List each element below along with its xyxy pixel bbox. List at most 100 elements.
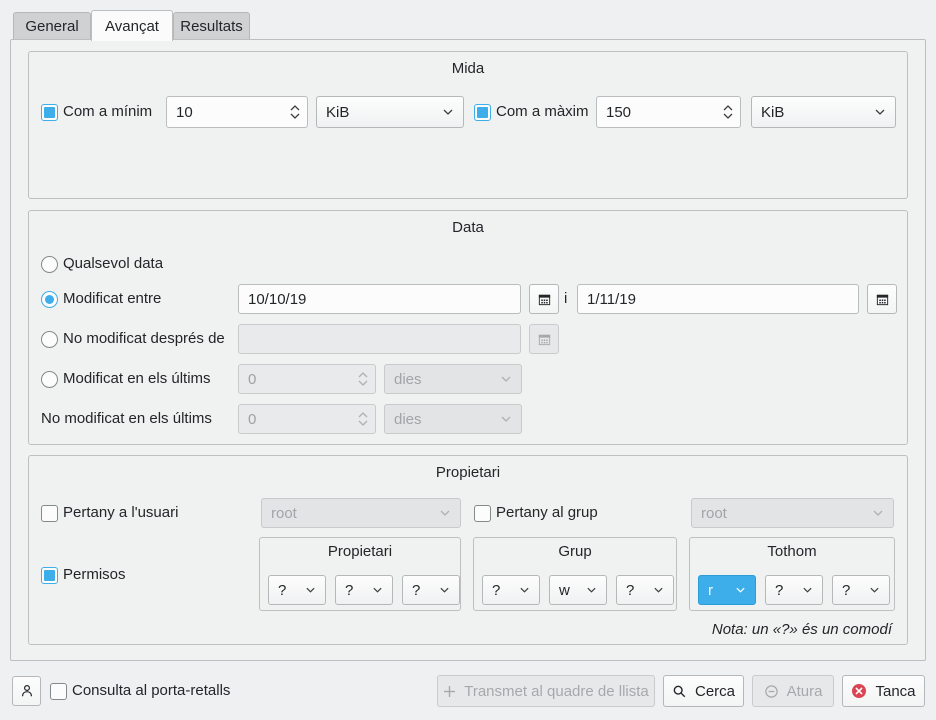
not-modified-last-unit-combo: dies bbox=[384, 404, 522, 434]
max-size-label: Com a màxim bbox=[496, 103, 589, 120]
perm-owner-combo-2[interactable]: ? bbox=[335, 575, 393, 605]
owned-by-user-label: Pertany a l'usuari bbox=[63, 504, 178, 521]
perm-all-combo-3[interactable]: ? bbox=[832, 575, 890, 605]
date-to-input[interactable] bbox=[577, 284, 859, 314]
not-modified-after-input bbox=[238, 324, 521, 354]
perm-owner-groupbox: Propietari ? ? ? bbox=[259, 537, 461, 611]
chevron-down-icon bbox=[500, 415, 512, 423]
not-modified-last-input bbox=[239, 411, 351, 428]
spin-down-icon bbox=[358, 380, 368, 386]
close-icon bbox=[851, 683, 867, 699]
min-size-checkbox[interactable] bbox=[41, 104, 58, 121]
owned-by-group-checkbox[interactable] bbox=[474, 505, 491, 522]
modified-last-unit-value: dies bbox=[394, 371, 500, 388]
perm-all-combo-1[interactable]: r bbox=[698, 575, 756, 605]
spin-down-icon bbox=[723, 113, 733, 119]
chevron-down-icon bbox=[519, 586, 530, 594]
min-size-input[interactable] bbox=[167, 104, 283, 121]
transmit-button: Transmet al quadre de llista bbox=[437, 675, 655, 707]
perm-owner-title: Propietari bbox=[260, 543, 460, 560]
search-icon bbox=[672, 684, 687, 699]
any-date-label: Qualsevol data bbox=[63, 255, 163, 272]
perm-owner-value-1: ? bbox=[278, 582, 305, 599]
modified-last-spinbox bbox=[238, 364, 376, 394]
chevron-down-icon bbox=[372, 586, 383, 594]
perm-owner-value-2: ? bbox=[345, 582, 372, 599]
date-groupbox: Data Qualsevol data Modificat entre i No… bbox=[28, 210, 908, 445]
modified-last-input bbox=[239, 371, 351, 388]
modified-last-unit-combo: dies bbox=[384, 364, 522, 394]
perm-group-combo-3[interactable]: ? bbox=[616, 575, 674, 605]
modified-last-label: Modificat en els últims bbox=[63, 370, 211, 387]
not-modified-after-label: No modificat després de bbox=[63, 330, 225, 347]
stop-button: Atura bbox=[752, 675, 834, 707]
min-size-unit-value: KiB bbox=[326, 104, 442, 121]
not-modified-last-unit-value: dies bbox=[394, 411, 500, 428]
calendar-icon bbox=[537, 332, 552, 347]
max-size-checkbox[interactable] bbox=[474, 104, 491, 121]
owner-group-title: Propietari bbox=[29, 464, 907, 481]
max-size-spin-arrows[interactable] bbox=[716, 105, 740, 119]
perm-group-title: Grup bbox=[474, 543, 676, 560]
search-button-label: Cerca bbox=[695, 683, 735, 700]
date-to-calendar-button[interactable] bbox=[867, 284, 897, 314]
perm-owner-combo-1[interactable]: ? bbox=[268, 575, 326, 605]
chevron-down-icon bbox=[439, 586, 450, 594]
modified-between-radio[interactable] bbox=[41, 291, 58, 308]
min-size-spinbox[interactable] bbox=[166, 96, 308, 128]
spin-down-icon bbox=[358, 420, 368, 426]
owner-group-combo: root bbox=[691, 498, 894, 528]
chevron-down-icon bbox=[872, 509, 884, 517]
max-size-spinbox[interactable] bbox=[596, 96, 741, 128]
spin-down-icon bbox=[290, 113, 300, 119]
perm-group-combo-1[interactable]: ? bbox=[482, 575, 540, 605]
date-group-title: Data bbox=[29, 219, 907, 236]
search-button[interactable]: Cerca bbox=[663, 675, 744, 707]
tab-general-label: General bbox=[25, 18, 78, 35]
any-date-radio[interactable] bbox=[41, 256, 58, 273]
user-button[interactable] bbox=[12, 676, 41, 706]
date-conjunction-label: i bbox=[564, 290, 567, 307]
owner-user-value: root bbox=[271, 505, 439, 522]
permissions-label: Permisos bbox=[63, 566, 126, 583]
tab-results[interactable]: Resultats bbox=[173, 12, 250, 39]
spin-up-icon bbox=[723, 105, 733, 111]
tab-advanced[interactable]: Avançat bbox=[91, 10, 173, 41]
modified-last-radio[interactable] bbox=[41, 371, 58, 388]
max-size-unit-combo[interactable]: KiB bbox=[751, 96, 896, 128]
size-groupbox: Mida Com a mínim KiB Com a màxim KiB bbox=[28, 51, 908, 199]
spin-up-icon bbox=[358, 372, 368, 378]
chevron-down-icon bbox=[586, 586, 597, 594]
close-button-label: Tanca bbox=[875, 683, 915, 700]
min-size-unit-combo[interactable]: KiB bbox=[316, 96, 464, 128]
modified-last-spin-arrows bbox=[351, 372, 375, 386]
clipboard-query-checkbox[interactable] bbox=[50, 683, 67, 700]
date-from-input[interactable] bbox=[238, 284, 521, 314]
wildcard-note: Nota: un «?» és un comodí bbox=[712, 621, 892, 638]
perm-group-groupbox: Grup ? w ? bbox=[473, 537, 677, 611]
max-size-input[interactable] bbox=[597, 104, 716, 121]
calendar-icon bbox=[875, 292, 890, 307]
not-modified-last-label: No modificat en els últims bbox=[41, 410, 212, 427]
spin-up-icon bbox=[290, 105, 300, 111]
chevron-down-icon bbox=[653, 586, 664, 594]
size-group-title: Mida bbox=[29, 60, 907, 77]
permissions-checkbox[interactable] bbox=[41, 567, 58, 584]
clipboard-query-label: Consulta al porta-retalls bbox=[72, 682, 230, 699]
stop-button-label: Atura bbox=[787, 683, 823, 700]
perm-group-combo-2[interactable]: w bbox=[549, 575, 607, 605]
perm-group-value-3: ? bbox=[626, 582, 653, 599]
perm-all-value-2: ? bbox=[775, 582, 802, 599]
perm-all-value-1: r bbox=[708, 582, 735, 599]
modified-between-label: Modificat entre bbox=[63, 290, 161, 307]
min-size-spin-arrows[interactable] bbox=[283, 105, 307, 119]
close-button[interactable]: Tanca bbox=[842, 675, 925, 707]
perm-owner-combo-3[interactable]: ? bbox=[402, 575, 460, 605]
owned-by-group-label: Pertany al grup bbox=[496, 504, 598, 521]
date-from-calendar-button[interactable] bbox=[529, 284, 559, 314]
owned-by-user-checkbox[interactable] bbox=[41, 505, 58, 522]
owner-groupbox: Propietari Pertany a l'usuari root Perta… bbox=[28, 455, 908, 645]
not-modified-after-radio[interactable] bbox=[41, 331, 58, 348]
tab-general[interactable]: General bbox=[13, 12, 91, 39]
perm-all-combo-2[interactable]: ? bbox=[765, 575, 823, 605]
